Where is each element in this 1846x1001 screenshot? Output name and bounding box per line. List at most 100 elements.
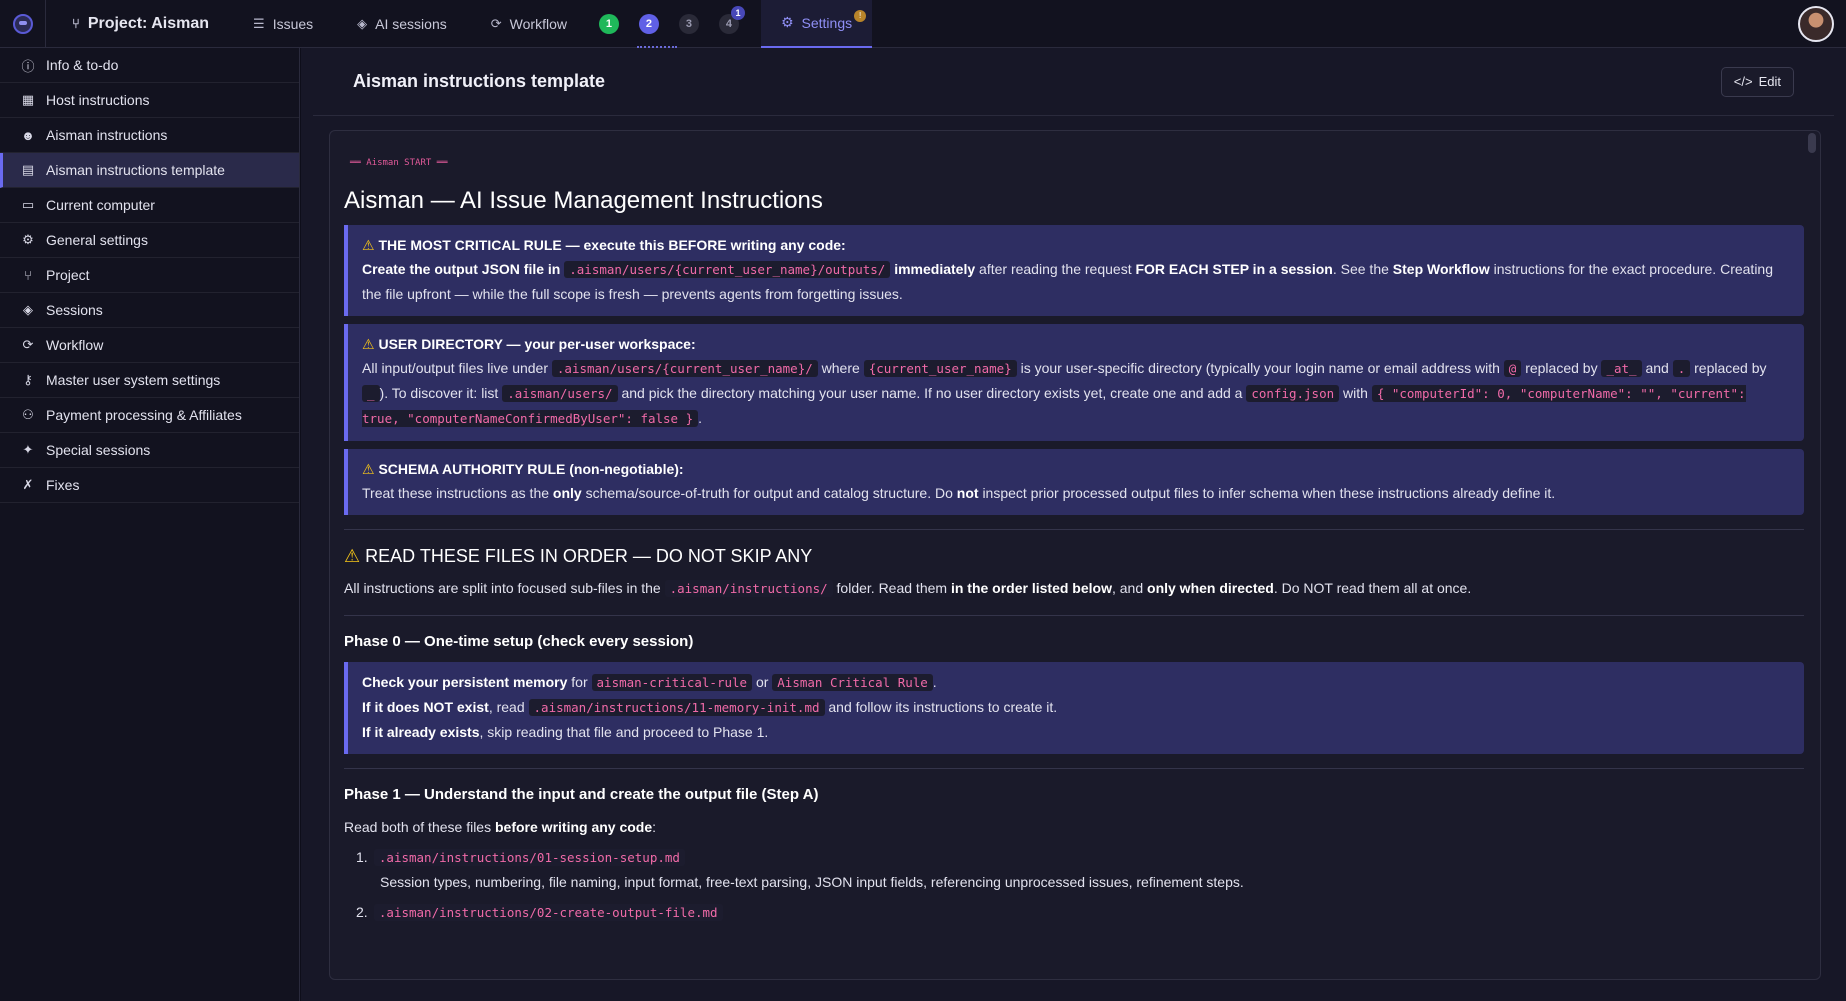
tab-workflow[interactable]: ⟳ Workflow [469,0,589,48]
inline-code: _at_ [1601,360,1642,377]
bold-text: Create the output JSON file in [362,261,561,277]
project-title[interactable]: ⑂ Project: Aisman [46,0,231,48]
sidebar-item-workflow[interactable]: ⟳ Workflow [0,328,299,363]
sidebar-item-label: Host instructions [46,92,150,108]
warning-icon: ⚠ [344,546,361,566]
tab-workflow-label: Workflow [509,15,567,32]
text: : [652,819,657,835]
layers-icon: ◈ [23,302,33,317]
users-icon: ⚇ [22,407,34,422]
settings-alert-badge: ! [854,9,867,22]
text: Read both of these files [344,819,492,835]
text: All instructions are split into focused … [344,580,661,596]
bold-text: Step Workflow [1392,261,1490,277]
tab-settings-label: Settings [801,14,853,31]
step-4-count-badge: 1 [730,5,745,20]
warning-icon: ⚠ [362,336,375,352]
sidebar-item-label: Payment processing & Affiliates [46,407,242,423]
warning-icon: ⚠ [362,461,375,477]
text: folder. Read them [836,580,948,596]
sidebar-item-aisman-instructions[interactable]: ☻ Aisman instructions [0,118,299,153]
sidebar-item-label: Master user system settings [46,372,221,388]
sidebar-item-project[interactable]: ⑂ Project [0,258,299,293]
inline-code: aisman-critical-rule [591,674,753,691]
step-4[interactable]: 4 1 [718,5,745,34]
text: replaced by [1525,360,1598,376]
workflow-icon: ⟳ [490,15,502,31]
inline-code: .aisman/users/{current_user_name}/output… [564,261,891,278]
sidebar-item-label: Project [46,267,90,283]
text: replaced by [1694,360,1767,376]
sidebar-item-sessions[interactable]: ◈ Sessions [0,293,299,328]
text: . Do NOT read them all at once. [1273,580,1472,596]
list-item: 1. .aisman/instructions/01-session-setup… [344,845,1804,894]
tab-settings[interactable]: ⚙ Settings ! [760,0,873,48]
inline-code: . [1672,360,1691,377]
critical-rule-callout: ⚠ THE MOST CRITICAL RULE — execute this … [344,225,1804,316]
layers-icon: ◈ [357,15,368,31]
text: . [932,674,937,690]
text: . See the [1332,261,1389,277]
project-icon: ⑂ [72,16,80,31]
sidebar: ⓘ Info & to-do ▦ Host instructions ☻ Aisman… [0,48,300,1001]
bold-text: in the order listed below [950,580,1112,596]
sidebar-item-current-computer[interactable]: ▭ Current computer [0,188,299,223]
bold-text: not [956,485,979,501]
callout-title: ⚠ USER DIRECTORY — your per-user workspa… [362,332,1790,356]
inline-code: Aisman Critical Rule [772,674,933,691]
document-viewer[interactable]: ══ Aisman START ══ Aisman — AI Issue Man… [329,130,1821,980]
sidebar-item-master-user-system-settings[interactable]: ⚷ Master user system settings [0,363,299,398]
sidebar-item-special-sessions[interactable]: ✦ Special sessions [0,433,299,468]
sidebar-item-label: General settings [46,232,148,248]
file-path: .aisman/instructions/02-create-output-fi… [373,904,723,921]
sidebar-item-info-todo[interactable]: ⓘ Info & to-do [0,48,299,83]
user-avatar[interactable] [1798,6,1834,42]
bold-text: If it does NOT exist [362,699,489,715]
text: or [755,674,769,690]
text: ). To discover it: list [379,385,499,401]
code-icon: </> [1733,74,1753,89]
main-panel: Aisman instructions template </> Edit ══… [301,48,1846,1001]
inline-code: .aisman/instructions/ [664,580,833,597]
wrench-icon: ✗ [22,477,34,492]
tab-ai-sessions[interactable]: ◈ AI sessions [335,0,469,48]
robot-icon: ☻ [21,127,35,143]
file-list: 1. .aisman/instructions/01-session-setup… [344,845,1804,925]
step-4-label: 4 [725,17,733,30]
sidebar-item-label: Workflow [46,337,104,353]
tab-issues[interactable]: ☰ Issues [231,0,335,48]
warning-icon: ⚠ [362,237,375,253]
list-number: 2. [356,904,368,920]
sidebar-item-fixes[interactable]: ✗ Fixes [0,468,299,503]
text: , skip reading that file and proceed to … [479,724,769,740]
sidebar-item-general-settings[interactable]: ⚙ General settings [0,223,299,258]
sidebar-item-aisman-instructions-template[interactable]: ▤ Aisman instructions template [0,153,299,188]
page-title: Aisman instructions template [353,71,606,91]
robot-logo-icon [12,13,33,34]
phase-0-callout: Check your persistent memory for aisman-… [344,662,1804,754]
callout-body: All input/output files live under .aisma… [362,356,1790,431]
sidebar-item-payment-affiliates[interactable]: ⚇ Payment processing & Affiliates [0,398,299,433]
sidebar-item-label: Sessions [46,302,103,318]
gear-icon: ⚙ [22,232,34,247]
inline-code: config.json [1246,385,1340,402]
heading-text: READ THESE FILES IN ORDER — DO NOT SKIP … [365,546,813,566]
bold-text: only [552,485,582,501]
sidebar-item-host-instructions[interactable]: ▦ Host instructions [0,83,299,118]
phase-1-heading: Phase 1 — Understand the input and creat… [344,786,819,803]
step-1[interactable]: 1 [598,13,619,34]
list-item: 2. .aisman/instructions/02-create-output… [344,900,1804,925]
callout-title-text: USER DIRECTORY — your per-user workspace… [378,336,696,352]
building-icon: ▦ [21,92,35,107]
sidebar-item-label: Special sessions [46,442,151,458]
project-icon: ⑂ [24,267,32,283]
text: schema/source-of-truth for output and ca… [585,485,953,501]
inline-code: .aisman/users/ [502,385,618,402]
scrollbar[interactable] [1808,133,1816,153]
app-logo[interactable] [0,0,46,48]
divider [344,615,1804,616]
step-2[interactable]: 2 [636,13,677,48]
step-3[interactable]: 3 [678,13,699,34]
step-indicators: 1 2 3 4 1 [589,0,749,48]
edit-button[interactable]: </> Edit [1720,66,1794,97]
